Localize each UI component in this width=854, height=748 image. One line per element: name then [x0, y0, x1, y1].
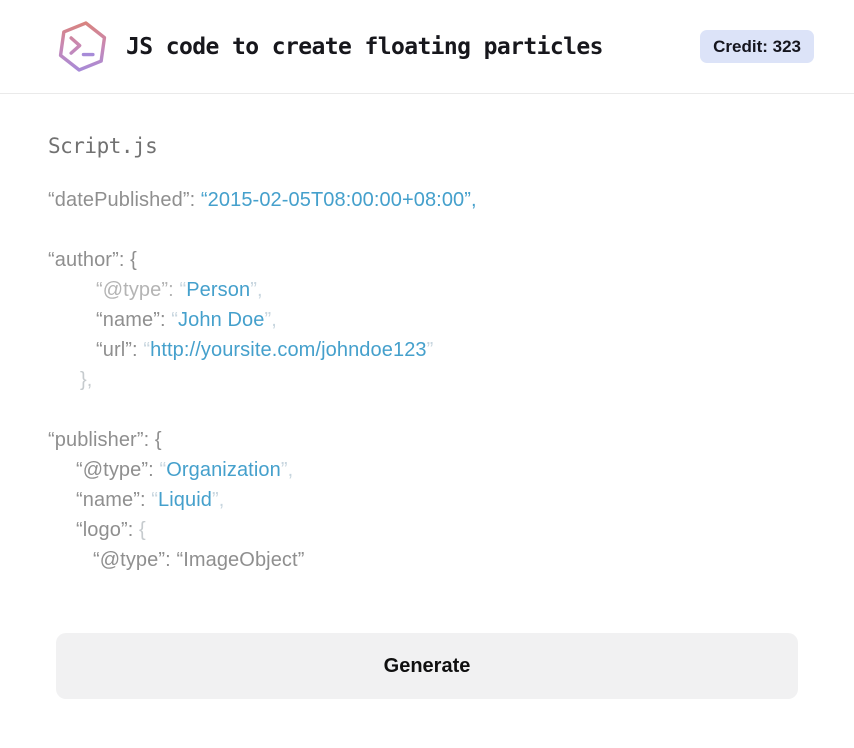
code-segment: “logo”: — [76, 519, 140, 541]
code-segment: Organization — [166, 459, 281, 481]
page-title: JS code to create floating particles — [126, 33, 604, 60]
code-segment: “name”: — [76, 489, 152, 511]
code-line: “@type”: “ImageObject” — [48, 545, 806, 575]
code-line: “publisher”: { — [48, 425, 806, 455]
code-segment: ”, — [250, 279, 263, 301]
code-line: “logo”: { — [48, 515, 806, 545]
code-segment: “name”: — [96, 309, 172, 331]
code-line: “name”: “Liquid”, — [48, 485, 806, 515]
code-line: “@type”: “Person”, — [48, 275, 806, 305]
code-line: “url”: “http://yoursite.com/johndoe123” — [48, 335, 806, 365]
code-line: “author”: { — [48, 245, 806, 275]
code-segment: “url”: — [96, 339, 144, 361]
code-segment: Liquid — [158, 489, 213, 511]
code-segment: { — [139, 519, 146, 541]
code-segment: “@type”: — [76, 459, 160, 481]
code-segment: ”, — [212, 489, 225, 511]
code-segment: }, — [80, 369, 93, 391]
code-segment: John Doe — [178, 309, 265, 331]
code-segment: “publisher”: { — [48, 429, 162, 451]
code-segment: “author”: { — [48, 249, 137, 271]
code-line: “name”: “John Doe”, — [48, 305, 806, 335]
code-segment: ”, — [264, 309, 277, 331]
header: JS code to create floating particles Cre… — [0, 0, 854, 94]
main-content: Script.js “datePublished”: “2015-02-05T0… — [0, 134, 854, 699]
generate-button[interactable]: Generate — [56, 633, 798, 699]
code-line: }, — [48, 365, 806, 395]
terminal-prompt-hexagon-icon — [58, 21, 107, 72]
code-segment: “@type”: “ImageObject” — [93, 549, 305, 571]
code-segment: “2015-02-05T08:00:00+08:00”, — [200, 189, 477, 211]
code-segment: “datePublished”: — [48, 189, 201, 211]
code-line: “@type”: “Organization”, — [48, 455, 806, 485]
script-filename-heading: Script.js — [48, 134, 158, 158]
code-line: “datePublished”: “2015-02-05T08:00:00+08… — [48, 185, 806, 215]
code-segment: Person — [186, 279, 251, 301]
credit-badge: Credit: 323 — [700, 30, 814, 63]
code-segment: ”, — [280, 459, 294, 481]
code-segment: http://yoursite.com/johndoe123 — [150, 339, 427, 361]
code-block: “datePublished”: “2015-02-05T08:00:00+08… — [48, 185, 806, 575]
code-segment: ” — [426, 339, 434, 361]
code-segment: “@type”: — [96, 279, 180, 301]
